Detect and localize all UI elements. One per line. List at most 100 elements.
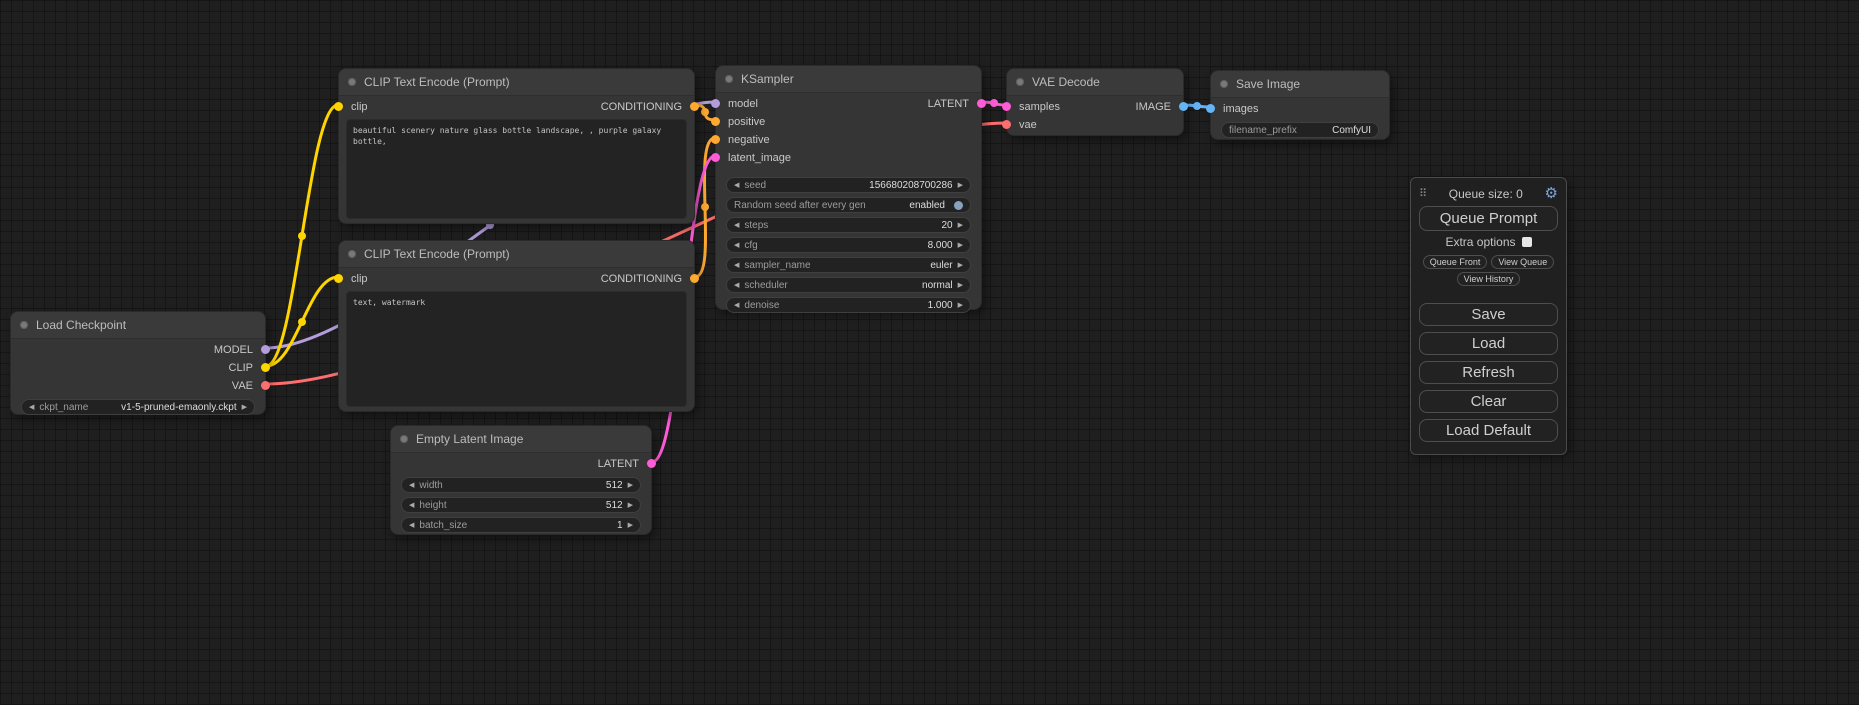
port-vae-output[interactable]	[261, 381, 270, 390]
extra-options-row: Extra options	[1419, 235, 1558, 249]
node-header[interactable]: KSampler	[716, 66, 981, 93]
port-latent-output[interactable]	[977, 99, 986, 108]
port-model-input[interactable]	[711, 99, 720, 108]
node-header[interactable]: CLIP Text Encode (Prompt)	[339, 69, 694, 96]
decrement-arrow-icon[interactable]: ◀	[29, 404, 34, 411]
port-model-output[interactable]	[261, 345, 270, 354]
widget-random-seed-toggle[interactable]: Random seed after every gen enabled	[726, 197, 971, 213]
queue-actions-row: Queue Front View Queue	[1419, 255, 1558, 269]
widget-ckpt-name[interactable]: ◀ ckpt_name v1-5-pruned-emaonly.ckpt ▶	[21, 399, 255, 415]
node-save-image[interactable]: Save Image images filename_prefix ComfyU…	[1210, 70, 1390, 140]
port-latent-image-input[interactable]	[711, 153, 720, 162]
port-clip-output[interactable]	[261, 363, 270, 372]
widget-steps[interactable]: ◀ steps 20 ▶	[726, 217, 971, 233]
increment-arrow-icon[interactable]: ▶	[958, 242, 963, 249]
node-vae-decode[interactable]: VAE Decode samples IMAGE vae	[1006, 68, 1184, 136]
collapse-icon[interactable]	[1220, 80, 1228, 88]
widget-seed[interactable]: ◀ seed 156680208700286 ▶	[726, 177, 971, 193]
widget-scheduler[interactable]: ◀ scheduler normal ▶	[726, 277, 971, 293]
decrement-arrow-icon[interactable]: ◀	[409, 522, 414, 529]
port-latent-output[interactable]	[647, 459, 656, 468]
decrement-arrow-icon[interactable]: ◀	[409, 502, 414, 509]
node-header[interactable]: VAE Decode	[1007, 69, 1183, 96]
widget-label: ckpt_name	[39, 402, 88, 413]
decrement-arrow-icon[interactable]: ◀	[734, 222, 739, 229]
slot-row: images	[1211, 100, 1389, 118]
widget-batch-size[interactable]: ◀ batch_size 1 ▶	[401, 517, 641, 533]
collapse-icon[interactable]	[1016, 78, 1024, 86]
view-history-button[interactable]: View History	[1457, 272, 1521, 286]
node-header[interactable]: Save Image	[1211, 71, 1389, 98]
load-button[interactable]: Load	[1419, 332, 1558, 355]
increment-arrow-icon[interactable]: ▶	[958, 182, 963, 189]
decrement-arrow-icon[interactable]: ◀	[734, 182, 739, 189]
port-clip-input[interactable]	[334, 102, 343, 111]
slot-row: CLIP	[11, 359, 265, 377]
increment-arrow-icon[interactable]: ▶	[628, 522, 633, 529]
increment-arrow-icon[interactable]: ▶	[628, 502, 633, 509]
refresh-button[interactable]: Refresh	[1419, 361, 1558, 384]
port-conditioning-output[interactable]	[690, 102, 699, 111]
port-negative-input[interactable]	[711, 135, 720, 144]
view-queue-button[interactable]: View Queue	[1491, 255, 1554, 269]
widget-width[interactable]: ◀ width 512 ▶	[401, 477, 641, 493]
port-vae-input[interactable]	[1002, 120, 1011, 129]
node-clip-text-encode-negative[interactable]: CLIP Text Encode (Prompt) clip CONDITION…	[338, 240, 695, 412]
slot-row: samples IMAGE	[1007, 98, 1183, 116]
increment-arrow-icon[interactable]: ▶	[958, 262, 963, 269]
widget-filename-prefix[interactable]: filename_prefix ComfyUI	[1221, 122, 1379, 138]
node-header[interactable]: Empty Latent Image	[391, 426, 651, 453]
port-conditioning-output[interactable]	[690, 274, 699, 283]
widget-sampler-name[interactable]: ◀ sampler_name euler ▶	[726, 257, 971, 273]
slot-row: vae	[1007, 116, 1183, 134]
increment-arrow-icon[interactable]: ▶	[958, 302, 963, 309]
input-slot-label-positive: positive	[728, 116, 765, 128]
clear-button[interactable]: Clear	[1419, 390, 1558, 413]
collapse-icon[interactable]	[20, 321, 28, 329]
slot-row: VAE	[11, 377, 265, 395]
increment-arrow-icon[interactable]: ▶	[628, 482, 633, 489]
node-header[interactable]: Load Checkpoint	[11, 312, 265, 339]
widget-label: sampler_name	[744, 260, 810, 271]
settings-gear-icon[interactable]: ⚙	[1545, 186, 1558, 201]
link-midpoint-dot	[701, 108, 709, 116]
decrement-arrow-icon[interactable]: ◀	[734, 282, 739, 289]
collapse-icon[interactable]	[348, 78, 356, 86]
input-slot-label-latent-image: latent_image	[728, 152, 791, 164]
node-load-checkpoint[interactable]: Load Checkpoint MODEL CLIP VAE ◀ ckpt_na…	[10, 311, 266, 415]
increment-arrow-icon[interactable]: ▶	[958, 282, 963, 289]
save-button[interactable]: Save	[1419, 303, 1558, 326]
port-clip-input[interactable]	[334, 274, 343, 283]
decrement-arrow-icon[interactable]: ◀	[409, 482, 414, 489]
toggle-indicator[interactable]	[954, 201, 963, 210]
prompt-textarea[interactable]: text, watermark	[346, 291, 687, 407]
node-header[interactable]: CLIP Text Encode (Prompt)	[339, 241, 694, 268]
decrement-arrow-icon[interactable]: ◀	[734, 262, 739, 269]
port-positive-input[interactable]	[711, 117, 720, 126]
queue-front-button[interactable]: Queue Front	[1423, 255, 1488, 269]
widget-height[interactable]: ◀ height 512 ▶	[401, 497, 641, 513]
collapse-icon[interactable]	[400, 435, 408, 443]
widget-denoise[interactable]: ◀ denoise 1.000 ▶	[726, 297, 971, 313]
collapse-icon[interactable]	[348, 250, 356, 258]
prompt-textarea[interactable]: beautiful scenery nature glass bottle la…	[346, 119, 687, 219]
node-empty-latent-image[interactable]: Empty Latent Image LATENT ◀ width 512 ▶ …	[390, 425, 652, 535]
drag-handle-icon[interactable]: ⠿	[1419, 187, 1427, 200]
node-ksampler[interactable]: KSampler model LATENT positive negative …	[715, 65, 982, 310]
link-midpoint-dot	[701, 203, 709, 211]
output-slot-label-vae: VAE	[232, 380, 253, 392]
node-graph-canvas[interactable]: Load Checkpoint MODEL CLIP VAE ◀ ckpt_na…	[0, 0, 1859, 705]
node-clip-text-encode-positive[interactable]: CLIP Text Encode (Prompt) clip CONDITION…	[338, 68, 695, 224]
decrement-arrow-icon[interactable]: ◀	[734, 242, 739, 249]
port-images-input[interactable]	[1206, 104, 1215, 113]
extra-options-checkbox[interactable]	[1522, 237, 1532, 247]
increment-arrow-icon[interactable]: ▶	[242, 404, 247, 411]
decrement-arrow-icon[interactable]: ◀	[734, 302, 739, 309]
increment-arrow-icon[interactable]: ▶	[958, 222, 963, 229]
port-image-output[interactable]	[1179, 102, 1188, 111]
port-samples-input[interactable]	[1002, 102, 1011, 111]
queue-prompt-button[interactable]: Queue Prompt	[1419, 206, 1558, 231]
load-default-button[interactable]: Load Default	[1419, 419, 1558, 442]
widget-cfg[interactable]: ◀ cfg 8.000 ▶	[726, 237, 971, 253]
collapse-icon[interactable]	[725, 75, 733, 83]
